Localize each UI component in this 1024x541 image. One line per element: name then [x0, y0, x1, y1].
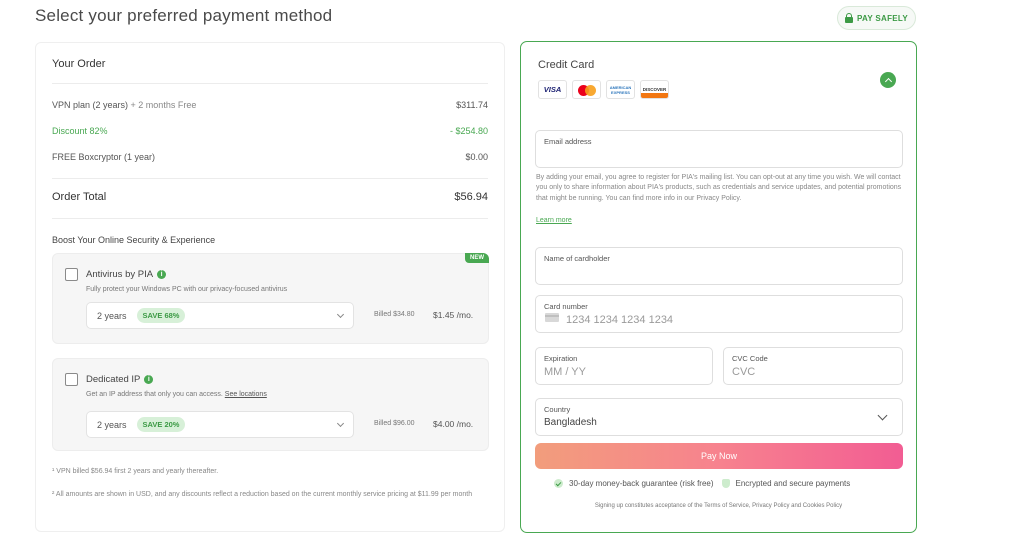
antivirus-checkbox[interactable] [65, 268, 78, 281]
collapse-button[interactable] [880, 72, 896, 88]
card-number-field[interactable]: Card number [535, 295, 903, 333]
period-value: 2 years [97, 310, 127, 321]
chevron-down-icon [877, 410, 888, 421]
learn-more-link[interactable]: Learn more [536, 217, 572, 224]
addon-name: Dedicated IP i [86, 374, 154, 385]
total-label: Order Total [52, 191, 107, 203]
encrypted-text: Encrypted and secure payments [735, 479, 851, 488]
order-heading: Your Order [52, 58, 106, 70]
check-icon [554, 479, 563, 488]
country-value: Bangladesh [544, 417, 597, 428]
footnote-2: ² All amounts are shown in USD, and any … [52, 491, 473, 498]
addon-name-label: Antivirus by PIA [86, 269, 154, 280]
country-select[interactable]: Country Bangladesh [535, 398, 903, 436]
visa-icon: VISA [538, 80, 567, 99]
expiration-field[interactable]: Expiration [535, 347, 713, 385]
addon-name: Antivirus by PIA i [86, 269, 167, 280]
save-badge: SAVE 20% [136, 417, 186, 432]
addon-antivirus: NEW Antivirus by PIA i Fully protect you… [52, 253, 489, 344]
cvc-input[interactable] [732, 366, 894, 378]
cvc-label: CVC Code [732, 354, 768, 363]
info-icon[interactable]: i [157, 270, 167, 279]
divider [52, 178, 488, 179]
antivirus-period-select[interactable]: 2 years SAVE 68% [86, 302, 354, 329]
shield-icon [721, 479, 730, 488]
free-label: FREE Boxcryptor (1 year) [52, 152, 156, 162]
addon-description: Fully protect your Windows PC with our p… [86, 286, 288, 293]
terms-text: Signing up constitutes acceptance of the… [594, 503, 843, 509]
cardholder-label: Name of cardholder [544, 254, 610, 263]
monthly-price: $1.45 /mo. [433, 310, 474, 320]
addon-dedicated-ip: Dedicated IP i Get an IP address that on… [52, 358, 489, 451]
credit-card-title: Credit Card [538, 59, 595, 71]
chevron-down-icon [336, 310, 345, 319]
free-value: $0.00 [465, 152, 488, 162]
see-locations-link[interactable]: See locations [225, 391, 267, 398]
expiration-label: Expiration [544, 354, 578, 363]
email-field[interactable]: Email address [535, 130, 903, 168]
order-row-free: FREE Boxcryptor (1 year) $0.00 [52, 152, 488, 162]
footnote-1: ¹ VPN billed $56.94 first 2 years and ye… [52, 468, 219, 475]
pay-safely-label: PAY SAFELY [856, 13, 909, 23]
page-title: Select your preferred payment method [35, 6, 333, 25]
monthly-price: $4.00 /mo. [433, 419, 474, 429]
email-label: Email address [544, 137, 592, 146]
dedicated-ip-checkbox[interactable] [65, 373, 78, 386]
plan-label: VPN plan (2 years) [52, 100, 129, 110]
billed-amount: Billed $96.00 [374, 420, 415, 427]
expiration-input[interactable] [544, 366, 704, 378]
card-number-input[interactable] [566, 314, 886, 326]
country-label: Country [544, 405, 571, 414]
cardholder-input[interactable] [544, 266, 894, 278]
credit-card-icon [545, 313, 559, 322]
guarantees: 30-day money-back guarantee (risk free) … [554, 479, 850, 488]
addon-description-text: Get an IP address that only you can acce… [86, 391, 223, 398]
billed-amount: Billed $34.80 [374, 311, 415, 318]
encrypted-item: Encrypted and secure payments [721, 479, 851, 488]
credit-card-panel: Credit Card VISA AMERICAN EXPRESS DISCOV… [520, 41, 917, 533]
chevron-up-icon [884, 77, 892, 86]
discount-label: Discount 82% [52, 126, 108, 136]
plan-extra: + 2 months Free [130, 100, 197, 110]
total-value: $56.94 [454, 191, 488, 203]
discount-value: - $254.80 [449, 126, 488, 136]
card-number-label: Card number [544, 302, 588, 311]
email-consent-text: By adding your email, you agree to regis… [536, 174, 902, 202]
divider [52, 218, 488, 219]
save-badge: SAVE 68% [136, 308, 186, 323]
guarantee-text: 30-day money-back guarantee (risk free) [569, 479, 714, 488]
discover-icon: DISCOVER [640, 80, 669, 99]
card-logos: VISA AMERICAN EXPRESS DISCOVER [538, 80, 669, 99]
pay-safely-badge: PAY SAFELY [837, 6, 916, 30]
guarantee-item: 30-day money-back guarantee (risk free) [554, 479, 714, 488]
addon-name-label: Dedicated IP [86, 374, 141, 385]
chevron-down-icon [336, 419, 345, 428]
new-badge: NEW [465, 253, 489, 263]
order-row-discount: Discount 82% - $254.80 [52, 126, 488, 136]
period-value: 2 years [97, 419, 127, 430]
info-icon[interactable]: i [144, 375, 154, 384]
mastercard-icon [572, 80, 601, 99]
lock-icon [844, 13, 853, 23]
order-summary-panel: Your Order VPN plan (2 years) + 2 months… [35, 42, 505, 532]
email-input[interactable] [544, 149, 894, 161]
divider [52, 83, 488, 84]
pay-now-button[interactable]: Pay Now [535, 443, 903, 469]
order-row-total: Order Total $56.94 [52, 191, 488, 203]
addon-description: Get an IP address that only you can acce… [86, 391, 267, 398]
cardholder-field[interactable]: Name of cardholder [535, 247, 903, 285]
order-row-plan: VPN plan (2 years) + 2 months Free $311.… [52, 100, 488, 110]
amex-icon: AMERICAN EXPRESS [606, 80, 635, 99]
plan-price: $311.74 [456, 100, 488, 110]
boost-heading: Boost Your Online Security & Experience [52, 235, 216, 245]
dedicated-ip-period-select[interactable]: 2 years SAVE 20% [86, 411, 354, 438]
cvc-field[interactable]: CVC Code [723, 347, 903, 385]
